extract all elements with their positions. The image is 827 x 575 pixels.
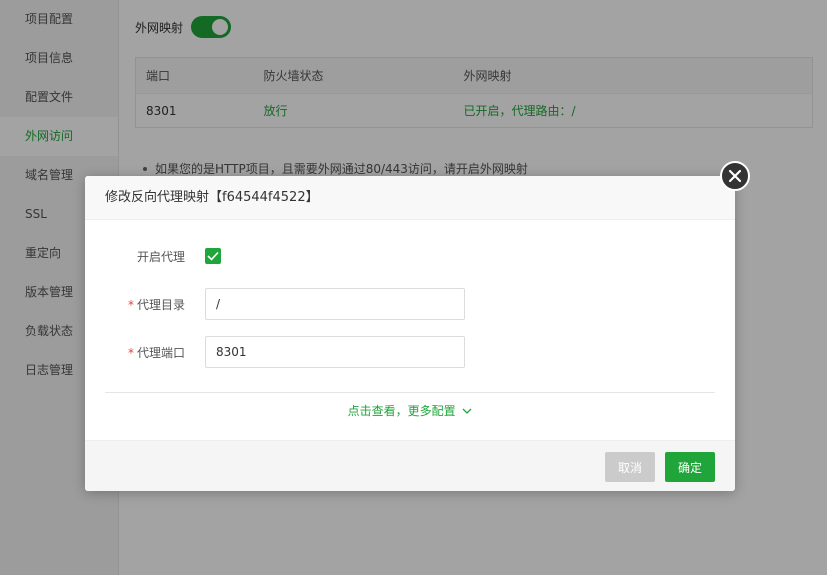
close-icon: [728, 169, 742, 183]
proxy-port-label-wrap: * 代理端口: [85, 344, 185, 361]
enable-proxy-row: 开启代理: [85, 240, 735, 272]
chevron-down-icon: [462, 408, 472, 414]
proxy-port-label: 代理端口: [136, 345, 185, 360]
proxy-dir-input[interactable]: [205, 288, 465, 320]
proxy-dir-row: * 代理目录: [85, 288, 735, 320]
divider: [105, 392, 715, 393]
proxy-dir-label-wrap: * 代理目录: [85, 296, 185, 313]
dialog-footer: 取消 确定: [85, 440, 735, 491]
cancel-button[interactable]: 取消: [605, 452, 655, 482]
dialog-title: 修改反向代理映射【f64544f4522】: [85, 176, 735, 220]
more-config-label: 点击查看，更多配置: [347, 404, 456, 418]
required-asterisk: *: [127, 345, 134, 360]
proxy-dir-label: 代理目录: [136, 297, 185, 312]
proxy-port-input[interactable]: [205, 336, 465, 368]
checkmark-icon: [207, 251, 219, 261]
enable-proxy-label: 开启代理: [136, 249, 185, 264]
confirm-button[interactable]: 确定: [665, 452, 715, 482]
enable-proxy-checkbox[interactable]: [205, 248, 221, 264]
close-dialog-button[interactable]: [720, 161, 750, 191]
more-config-link[interactable]: 点击查看，更多配置: [85, 402, 735, 419]
proxy-port-row: * 代理端口: [85, 336, 735, 368]
required-asterisk: *: [127, 297, 134, 312]
reverse-proxy-dialog: 修改反向代理映射【f64544f4522】 开启代理 *代理目录 *代理端口 点…: [85, 176, 735, 491]
